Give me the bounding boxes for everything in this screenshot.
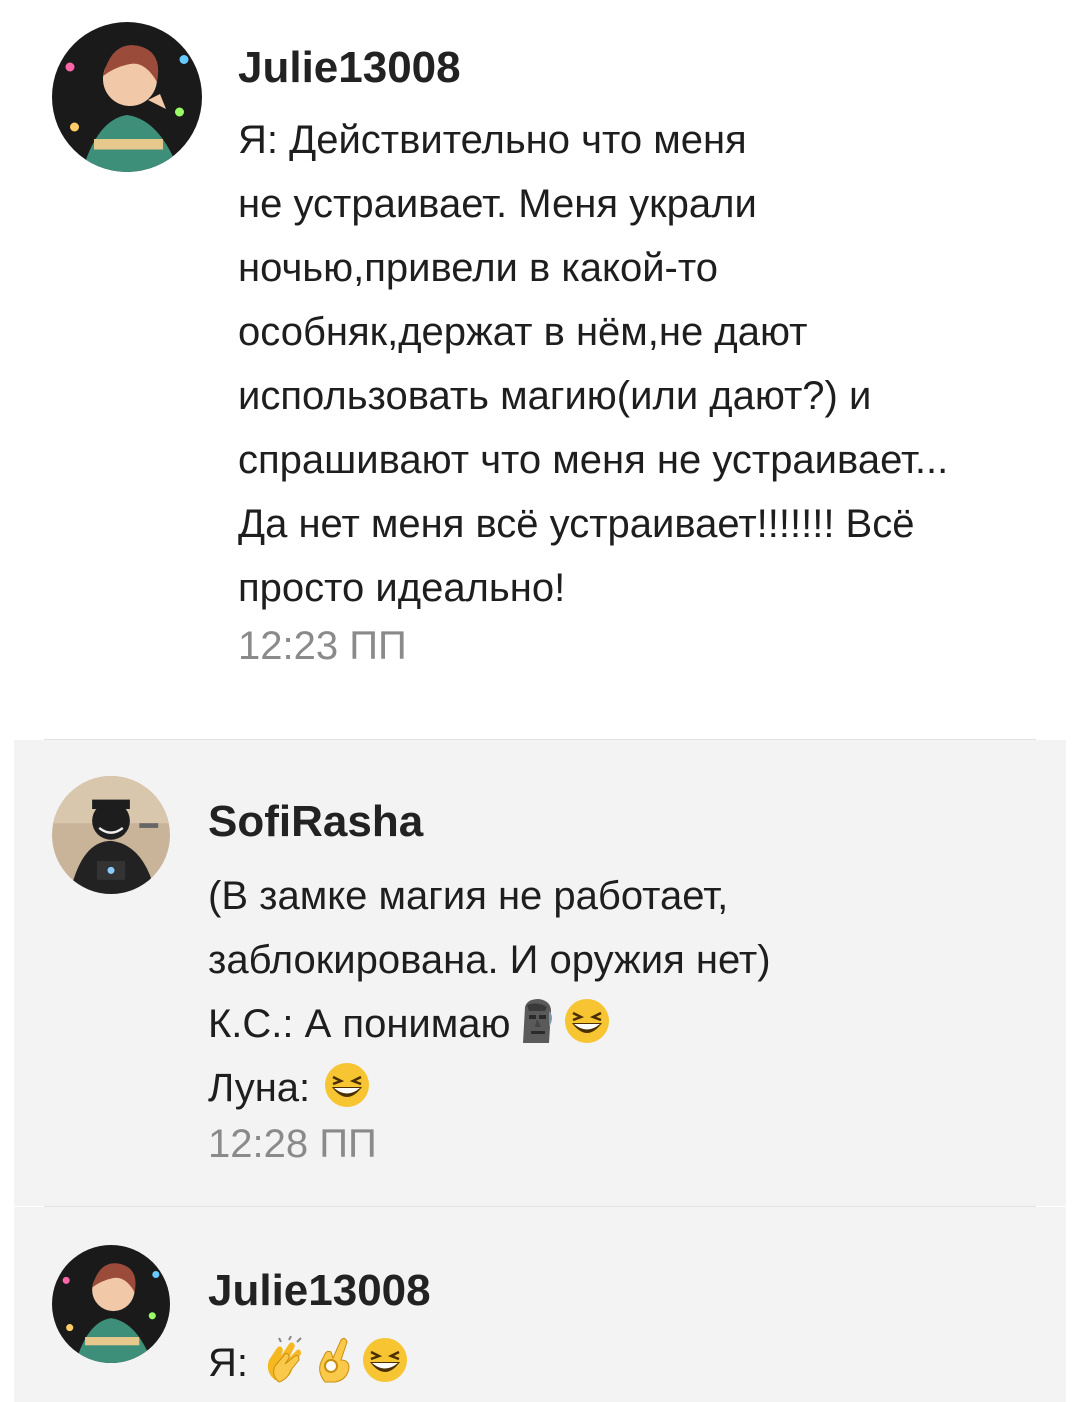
message-line: просто идеально! [238,566,566,610]
message-text: (В замке магия не работает, заблокирован… [208,864,771,1120]
message-line: (В замке магия не работает, [208,874,729,918]
message-timestamp: 12:28 ПП [208,1122,377,1166]
message-line-text: Луна: [208,1066,322,1110]
message-line: заблокирована. И оружия нет) [208,938,771,982]
username[interactable]: SofiRasha [208,798,423,846]
clapping-hands-emoji-icon [261,1336,309,1384]
message-line: особняк,держат в нём,не дают [238,310,808,354]
message-text: Я: [208,1331,409,1395]
chat-message[interactable]: SofiRasha (В замке магия не работает, за… [0,740,1080,1206]
chat-message[interactable]: Julie13008 Я: [0,1207,1080,1402]
message-line: ночью,привели в какой-то [238,246,718,290]
chat-thread: Julie13008 Я: Действительно что меня не … [0,0,1080,1402]
avatar-image-icon [52,22,202,172]
username[interactable]: Julie13008 [208,1267,431,1315]
message-line: спрашивают что меня не устраивает... [238,438,949,482]
avatar-image-icon [52,1245,170,1363]
message-line: Луна: [208,1056,771,1120]
user-avatar[interactable] [52,22,202,172]
chat-message[interactable]: Julie13008 Я: Действительно что меня не … [0,0,1080,700]
moai-emoji-icon [513,997,561,1045]
message-line: не устраивает. Меня украли [238,182,757,226]
message-line: Да нет меня всё устраивает!!!!!!! Всё [238,502,915,546]
username[interactable]: Julie13008 [238,44,461,92]
message-line: Я: Действительно что меня [238,118,747,162]
user-avatar[interactable] [52,776,170,894]
grinning-squint-emoji-icon [361,1336,409,1384]
grinning-squint-emoji-icon [323,1061,371,1109]
message-timestamp: 12:23 ПП [238,624,407,668]
message-line-text: Я: [208,1341,260,1385]
message-text: Я: Действительно что меня не устраивает.… [238,108,948,620]
message-line-text: К.С.: А понимаю [208,1002,511,1046]
avatar-image-icon [52,776,170,894]
user-avatar[interactable] [52,1245,170,1363]
message-line: использовать магию(или дают?) и [238,374,872,418]
ok-hand-emoji-icon [311,1336,359,1384]
message-line: К.С.: А понимаю [208,992,771,1056]
message-line: Я: [208,1331,409,1395]
grinning-squint-emoji-icon [563,997,611,1045]
